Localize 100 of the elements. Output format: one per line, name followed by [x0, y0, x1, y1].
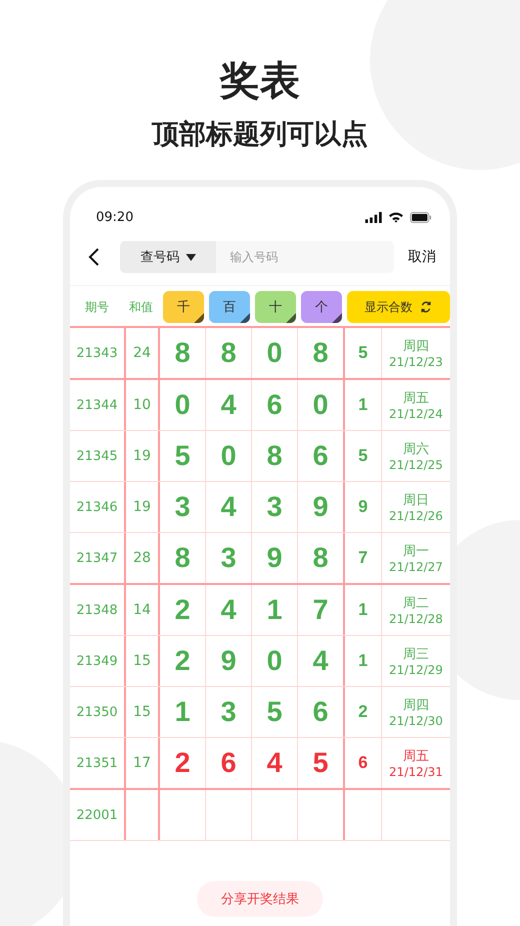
digit-text: 5 — [266, 696, 282, 728]
period-text: 21345 — [76, 448, 118, 464]
weekday-text: 周五 — [403, 748, 429, 765]
digit-text: 4 — [312, 645, 328, 677]
digit-text: 8 — [266, 440, 282, 472]
weekday-text: 周四 — [403, 697, 429, 714]
digit-text: 5 — [312, 747, 328, 779]
digit-text: 9 — [220, 645, 236, 677]
digit-text: 1 — [174, 696, 190, 728]
weekday-text: 周二 — [403, 595, 429, 612]
digit-text: 8 — [312, 542, 328, 574]
sum-text: 14 — [133, 602, 151, 618]
dropdown-triangle-icon — [186, 254, 196, 260]
sum-text: 15 — [133, 653, 151, 669]
digit-text: 0 — [266, 337, 282, 369]
digit-text: 6 — [312, 696, 328, 728]
digit-text: 0 — [312, 389, 328, 421]
digit-text: 3 — [220, 696, 236, 728]
digit-text: 4 — [220, 491, 236, 523]
refresh-icon — [418, 300, 432, 314]
weekday-text: 周日 — [403, 492, 429, 509]
digit-text: 4 — [266, 747, 282, 779]
date-text: 21/12/28 — [389, 612, 443, 626]
feature-number: 9 — [358, 497, 368, 517]
weekday-text: 周六 — [403, 441, 429, 458]
period-text: 21343 — [76, 346, 118, 360]
digit-text: 8 — [174, 337, 190, 369]
digit-text: 3 — [266, 491, 282, 523]
sum-text: 19 — [133, 499, 151, 515]
digit-text: 9 — [312, 491, 328, 523]
digit-text: 2 — [174, 594, 190, 626]
date-text: 21/12/31 — [389, 765, 443, 779]
period-text: 21350 — [76, 704, 118, 720]
date-text: 21/12/23 — [389, 355, 443, 369]
date-text: 21/12/24 — [389, 407, 443, 421]
feature-number: 1 — [358, 395, 368, 415]
battery-icon — [410, 212, 432, 222]
sum-text: 10 — [133, 397, 151, 413]
sum-text: 24 — [133, 345, 151, 361]
feature-number: 7 — [358, 548, 368, 568]
period-text: 21351 — [76, 756, 118, 770]
feature-number: 2 — [358, 702, 368, 722]
period-text: 21346 — [76, 500, 118, 514]
digit-text: 1 — [266, 594, 282, 626]
headline: 奖表 — [220, 57, 300, 106]
feature-number: 1 — [358, 600, 368, 620]
period-text: 21347 — [76, 550, 118, 566]
feature-number: 1 — [358, 651, 368, 671]
date-text: 21/12/27 — [389, 560, 443, 574]
status-time: 09:20 — [96, 210, 134, 224]
digit-text: 6 — [220, 747, 236, 779]
subheadline: 顶部标题列可以点 — [152, 118, 368, 152]
weekday-text: 周五 — [403, 390, 429, 407]
digit-text: 0 — [220, 440, 236, 472]
digit-text: 4 — [220, 594, 236, 626]
digit-text: 8 — [220, 337, 236, 369]
digit-text: 9 — [266, 542, 282, 574]
search-field[interactable]: 查号码 输入号码 — [120, 241, 394, 273]
back-icon[interactable] — [88, 247, 100, 267]
digit-text: 7 — [312, 594, 328, 626]
feature-number: 5 — [358, 343, 368, 363]
sum-text: 28 — [133, 550, 151, 566]
sum-text: 15 — [133, 704, 151, 720]
digit-text: 0 — [266, 645, 282, 677]
sum-text: 19 — [133, 448, 151, 464]
digit-text: 3 — [174, 491, 190, 523]
period-text: 22001 — [76, 808, 118, 822]
date-text: 21/12/26 — [389, 509, 443, 523]
share-button[interactable]: 分享开奖结果 — [197, 881, 323, 917]
show-composite-button[interactable]: 显示合数 — [347, 291, 450, 323]
period-text: 21348 — [76, 602, 118, 618]
sum-text: 17 — [133, 755, 151, 771]
weekday-text: 周三 — [403, 646, 429, 663]
digit-text: 8 — [174, 542, 190, 574]
weekday-text: 周四 — [403, 338, 429, 355]
digit-text: 8 — [312, 337, 328, 369]
date-text: 21/12/25 — [389, 458, 443, 472]
date-text: 21/12/29 — [389, 663, 443, 677]
digit-text: 2 — [174, 747, 190, 779]
digit-text: 2 — [174, 645, 190, 677]
digit-column-button[interactable]: 千 — [163, 291, 204, 323]
digit-column-button[interactable]: 十 — [255, 291, 296, 323]
weekday-text: 周一 — [403, 543, 429, 560]
signal-icon — [365, 212, 382, 222]
digit-text: 3 — [220, 542, 236, 574]
feature-number: 5 — [358, 446, 368, 466]
period-text: 21344 — [76, 398, 118, 412]
digit-text: 6 — [312, 440, 328, 472]
digit-column-button[interactable]: 百 — [209, 291, 250, 323]
feature-number: 6 — [358, 753, 368, 773]
cancel-button[interactable]: 取消 — [404, 248, 440, 266]
wifi-icon — [388, 211, 404, 223]
digit-text: 5 — [174, 440, 190, 472]
search-mode-dropdown[interactable]: 查号码 — [120, 241, 216, 273]
digit-text: 6 — [266, 389, 282, 421]
digit-text: 4 — [220, 389, 236, 421]
digit-text: 0 — [174, 389, 190, 421]
digit-column-button[interactable]: 个 — [301, 291, 342, 323]
period-text: 21349 — [76, 654, 118, 668]
date-text: 21/12/30 — [389, 714, 443, 728]
